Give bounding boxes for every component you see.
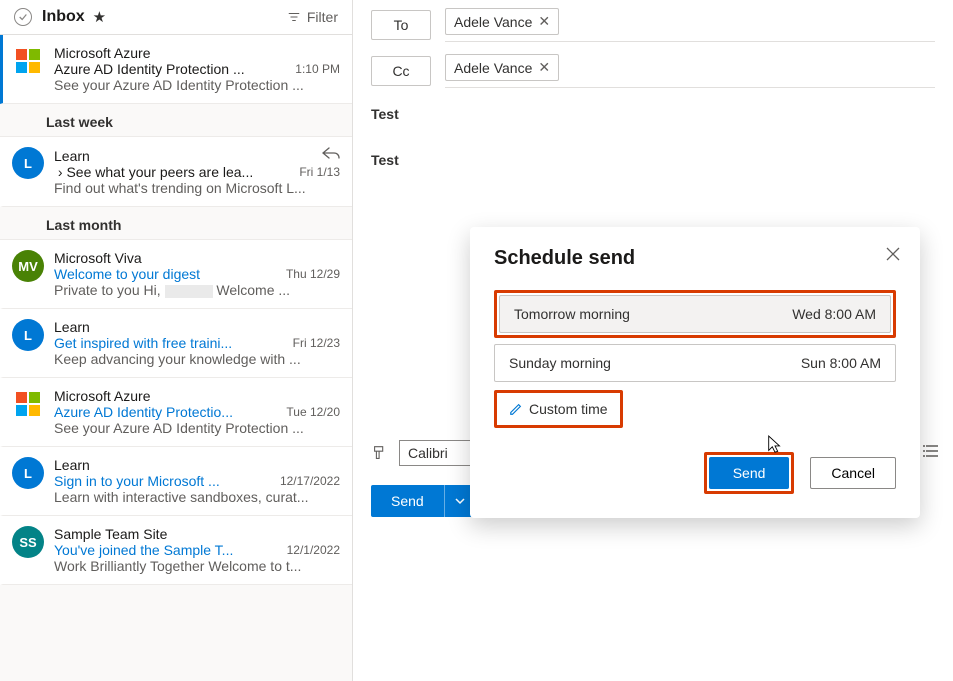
to-field: To Adele Vance ✕ xyxy=(371,8,935,42)
avatar: L xyxy=(12,319,44,351)
time: 12/1/2022 xyxy=(287,543,340,557)
microsoft-logo-icon xyxy=(16,392,40,416)
sender: Microsoft Azure xyxy=(54,388,150,404)
sender: Learn xyxy=(54,457,90,473)
send-split-button: Send xyxy=(371,485,475,517)
time: 1:10 PM xyxy=(295,62,340,76)
chip-label: Adele Vance xyxy=(454,60,532,76)
chevron-down-icon xyxy=(455,496,465,506)
message-body[interactable]: Test xyxy=(371,152,935,168)
subject: Sign in to your Microsoft ... xyxy=(54,473,220,489)
remove-chip-icon[interactable]: ✕ xyxy=(538,13,550,30)
preview: Learn with interactive sandboxes, curat.… xyxy=(54,489,340,505)
preview: Find out what's trending on Microsoft L.… xyxy=(54,180,340,196)
reply-icon[interactable] xyxy=(322,147,340,164)
avatar: SS xyxy=(12,526,44,558)
redacted-text xyxy=(165,285,213,298)
time: Fri 12/23 xyxy=(293,336,340,350)
sender: Learn xyxy=(54,319,90,335)
star-icon[interactable]: ★ xyxy=(93,8,106,26)
select-all-checkbox[interactable] xyxy=(14,8,32,26)
message-item[interactable]: Microsoft Azure Azure AD Identity Protec… xyxy=(0,35,352,104)
sender: Sample Team Site xyxy=(54,526,167,542)
close-button[interactable] xyxy=(886,247,900,266)
chip-label: Adele Vance xyxy=(454,14,532,30)
message-item[interactable]: L Learn Get inspired with free traini...… xyxy=(0,309,352,378)
option-label: Sunday morning xyxy=(509,355,611,371)
avatar: L xyxy=(12,147,44,179)
option-time: Wed 8:00 AM xyxy=(792,306,876,322)
message-item[interactable]: L Learn › See what your peers are lea...… xyxy=(0,137,352,207)
recipient-chip[interactable]: Adele Vance ✕ xyxy=(445,54,559,81)
schedule-send-cancel-button[interactable]: Cancel xyxy=(810,457,896,489)
pencil-icon xyxy=(509,402,523,416)
cc-button[interactable]: Cc xyxy=(371,56,431,86)
sender: Learn xyxy=(54,148,90,164)
preview: Work Brilliantly Together Welcome to t..… xyxy=(54,558,340,574)
subject: Azure AD Identity Protectio... xyxy=(54,404,233,420)
avatar: MV xyxy=(12,250,44,282)
dialog-title: Schedule send xyxy=(494,247,896,270)
time: Fri 1/13 xyxy=(299,165,340,179)
format-painter-icon[interactable] xyxy=(371,444,389,462)
preview: See your Azure AD Identity Protection ..… xyxy=(54,420,340,436)
highlight-tomorrow: Tomorrow morning Wed 8:00 AM xyxy=(494,290,896,338)
message-item[interactable]: SS Sample Team Site You've joined the Sa… xyxy=(0,516,352,585)
subject: Welcome to your digest xyxy=(54,266,200,282)
message-item[interactable]: MV Microsoft Viva Welcome to your digest… xyxy=(0,240,352,309)
schedule-send-confirm-button[interactable]: Send xyxy=(709,457,790,489)
sender: Microsoft Viva xyxy=(54,250,142,266)
to-button[interactable]: To xyxy=(371,10,431,40)
time: Thu 12/29 xyxy=(286,267,340,281)
highlight-send: Send xyxy=(704,452,795,494)
subject: Get inspired with free traini... xyxy=(54,335,232,351)
recipient-chip[interactable]: Adele Vance ✕ xyxy=(445,8,559,35)
list-icon[interactable] xyxy=(923,442,941,463)
avatar xyxy=(12,388,44,420)
preview: Private to you Hi, Welcome ... xyxy=(54,282,340,298)
time: Tue 12/20 xyxy=(286,405,340,419)
filter-label: Filter xyxy=(307,9,338,25)
filter-button[interactable]: Filter xyxy=(287,9,338,25)
highlight-custom: Custom time xyxy=(494,390,623,428)
filter-icon xyxy=(287,10,301,24)
check-icon xyxy=(18,12,28,22)
subject: You've joined the Sample T... xyxy=(54,542,233,558)
avatar: L xyxy=(12,457,44,489)
inbox-header: Inbox ★ Filter xyxy=(0,0,352,35)
close-icon xyxy=(886,247,900,261)
custom-time-button[interactable]: Custom time xyxy=(499,395,618,423)
microsoft-logo-icon xyxy=(16,49,40,73)
option-time: Sun 8:00 AM xyxy=(801,355,881,371)
option-label: Tomorrow morning xyxy=(514,306,630,322)
schedule-option-sunday[interactable]: Sunday morning Sun 8:00 AM xyxy=(494,344,896,382)
schedule-send-dialog: Schedule send Tomorrow morning Wed 8:00 … xyxy=(470,227,920,518)
time: 12/17/2022 xyxy=(280,474,340,488)
section-last-month[interactable]: Last month xyxy=(0,207,352,240)
remove-chip-icon[interactable]: ✕ xyxy=(538,59,550,76)
subject: › See what your peers are lea... xyxy=(54,164,253,180)
font-family-select[interactable]: Calibri xyxy=(399,440,479,466)
message-list-pane: Inbox ★ Filter Microsoft Azure Azure AD … xyxy=(0,0,353,681)
cc-field: Cc Adele Vance ✕ xyxy=(371,54,935,88)
avatar xyxy=(12,45,44,77)
send-button[interactable]: Send xyxy=(371,485,444,517)
custom-time-label: Custom time xyxy=(529,401,608,417)
message-item[interactable]: L Learn Sign in to your Microsoft ... 12/… xyxy=(0,447,352,516)
section-last-week[interactable]: Last week xyxy=(0,104,352,137)
message-item[interactable]: Microsoft Azure Azure AD Identity Protec… xyxy=(0,378,352,447)
preview: Keep advancing your knowledge with ... xyxy=(54,351,340,367)
folder-title: Inbox xyxy=(42,8,85,26)
subject-field[interactable]: Test xyxy=(371,106,935,122)
sender: Microsoft Azure xyxy=(54,45,150,61)
schedule-option-tomorrow[interactable]: Tomorrow morning Wed 8:00 AM xyxy=(499,295,891,333)
subject: Azure AD Identity Protection ... xyxy=(54,61,245,77)
preview: See your Azure AD Identity Protection ..… xyxy=(54,77,340,93)
